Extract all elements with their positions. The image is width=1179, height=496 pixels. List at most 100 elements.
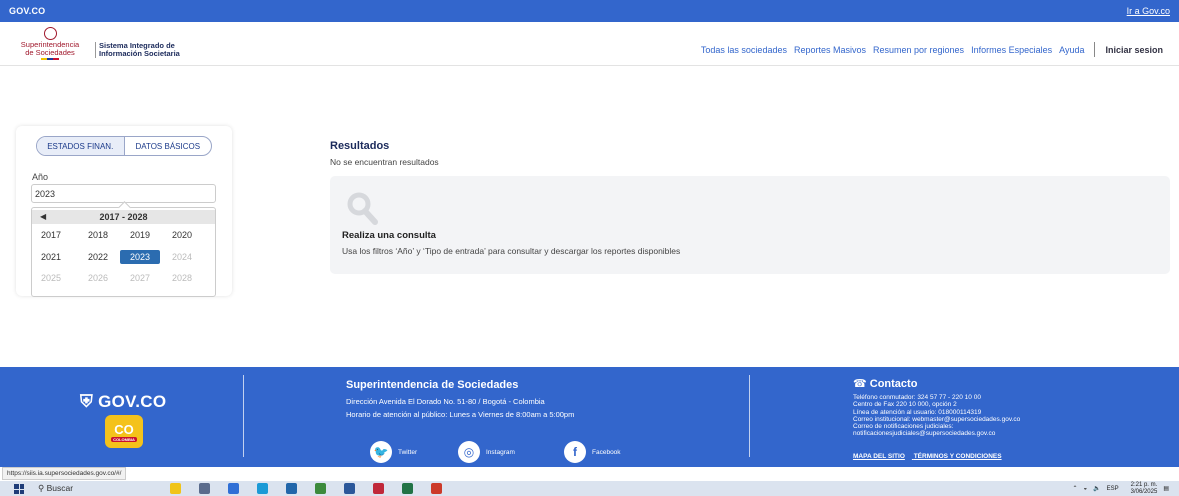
app-icon[interactable] <box>431 483 442 494</box>
year-option-disabled: 2025 <box>40 273 62 283</box>
govco-logo: GOV.CO <box>9 6 46 16</box>
nav-todas-sociedades[interactable]: Todas las sociedades <box>701 45 787 55</box>
prev-range-icon[interactable]: ◀ <box>40 210 46 224</box>
contact-line: Teléfono conmutador: 324 57 77 - 220 10 … <box>853 394 981 401</box>
co-badge-sub: COLOMBIA <box>111 436 137 442</box>
empty-state-description: Usa los filtros ‘Año’ y ‘Tipo de entrada… <box>342 246 681 256</box>
taskbar-search-label: Buscar <box>46 483 74 493</box>
search-icon <box>347 192 378 225</box>
year-option-selected[interactable]: 2023 <box>120 250 160 264</box>
footer-divider <box>243 375 244 457</box>
year-option-disabled: 2028 <box>171 273 193 283</box>
site-footer: ⛨ GOV.CO CO COLOMBIA Superintendencia de… <box>0 367 1179 467</box>
colombia-brand-logo: CO COLOMBIA <box>105 415 143 448</box>
app-icon[interactable] <box>373 483 384 494</box>
year-option[interactable]: 2021 <box>36 250 66 264</box>
word-icon[interactable] <box>344 483 355 494</box>
ir-a-govco-link[interactable]: Ir a Gov.co <box>1127 6 1170 16</box>
govco-top-bar: GOV.CO Ir a Gov.co <box>0 0 1179 22</box>
widgets-icon[interactable] <box>170 483 181 494</box>
footer-divider <box>749 375 750 457</box>
volume-icon[interactable]: 🔈 <box>1093 485 1100 492</box>
year-label: Año <box>32 172 49 182</box>
footer-hours: Horario de atención al público: Lunes a … <box>346 410 575 419</box>
year-option-disabled: 2026 <box>87 273 109 283</box>
contact-title-text: Contacto <box>869 378 918 390</box>
system-name-line-2: Información Societaria <box>99 49 180 58</box>
contact-title: ☎ Contacto <box>853 377 917 390</box>
excel-icon[interactable] <box>402 483 413 494</box>
year-option-disabled: 2024 <box>171 252 193 262</box>
picker-range: 2017 - 2028 <box>32 210 215 224</box>
instagram-link[interactable]: ◎ Instagram <box>458 441 515 463</box>
nav-reportes-masivos[interactable]: Reportes Masivos <box>794 45 866 55</box>
tab-datos-basicos[interactable]: DATOS BÁSICOS <box>125 137 212 155</box>
co-badge-text: CO <box>114 421 134 437</box>
coat-of-arms-icon <box>43 27 57 40</box>
terms-link[interactable]: TÉRMINOS Y CONDICIONES <box>914 453 1002 460</box>
entry-type-tabs: ESTADOS FINAN. DATOS BÁSICOS <box>36 136 212 156</box>
flag-stripe <box>41 58 59 60</box>
file-explorer-icon[interactable] <box>228 483 239 494</box>
contact-line[interactable]: Correo institucional: webmaster@supersoc… <box>853 416 1020 423</box>
year-option[interactable]: 2022 <box>83 250 113 264</box>
nav-divider <box>1094 42 1096 57</box>
facebook-icon: f <box>564 441 586 463</box>
site-header: Superintendencia de Sociedades Sistema I… <box>0 22 1179 66</box>
twitter-label: Twitter <box>398 448 418 456</box>
browser-status-url: https://siis.ia.supersociedades.gov.co/#… <box>2 467 127 480</box>
main-nav: Todas las sociedades Reportes Masivos Re… <box>694 42 1163 57</box>
sitemap-link[interactable]: MAPA DEL SITIO <box>853 453 905 460</box>
govco-shield-icon: ⛨ <box>80 392 94 411</box>
year-option-disabled: 2027 <box>129 273 151 283</box>
instagram-icon: ◎ <box>458 441 480 463</box>
logo-line-2: de Sociedades <box>25 48 75 57</box>
empty-state-title: Realiza una consulta <box>342 230 436 241</box>
facebook-label: Facebook <box>592 448 621 456</box>
year-option[interactable]: 2019 <box>125 228 155 242</box>
tab-estados-financieros[interactable]: ESTADOS FINAN. <box>37 137 125 155</box>
contact-line[interactable]: notificacionesjudiciales@supersociedades… <box>853 430 1020 437</box>
contact-line: Centro de Fax 220 10 000, opción 2 <box>853 401 957 409</box>
instagram-label: Instagram <box>486 448 515 456</box>
store-icon[interactable] <box>286 483 297 494</box>
twitter-link[interactable]: 🐦 Twitter <box>370 441 417 463</box>
footer-org-name: Superintendencia de Sociedades <box>346 379 519 391</box>
footer-govco-text: GOV.CO <box>98 392 167 411</box>
windows-taskbar: ⚲ Buscar ⌃ ◒ 🔈 ESP 2:21 p. m. 3/06/2025 … <box>0 481 1179 496</box>
task-view-icon[interactable] <box>199 483 210 494</box>
taskbar-search[interactable]: ⚲ Buscar <box>38 483 73 494</box>
tray-chevron-icon[interactable]: ⌃ <box>1072 485 1077 492</box>
contact-line: Línea de atención al usuario: 0180001143… <box>853 408 982 416</box>
footer-links: MAPA DEL SITIO TÉRMINOS Y CONDICIONES <box>853 453 1009 460</box>
edge-icon[interactable] <box>257 483 268 494</box>
network-icon[interactable]: ◒ <box>1084 486 1088 492</box>
results-subtitle: No se encuentran resultados <box>330 157 439 167</box>
notifications-icon[interactable]: ▤ <box>1163 485 1169 492</box>
supersociedades-logo[interactable]: Superintendencia de Sociedades <box>8 27 92 62</box>
contact-details: Teléfono conmutador: 324 57 77 - 220 10 … <box>853 394 1020 438</box>
year-picker: 2017 - 2028 ◀ 2017 2018 2019 2020 2021 2… <box>31 207 216 297</box>
app-icon[interactable] <box>315 483 326 494</box>
twitter-icon: 🐦 <box>370 441 392 463</box>
results-title: Resultados <box>330 140 390 152</box>
system-name: Sistema Integrado de Información Societa… <box>95 42 180 58</box>
login-button[interactable]: Iniciar sesion <box>1105 45 1163 55</box>
nav-ayuda[interactable]: Ayuda <box>1059 45 1084 55</box>
windows-start-icon[interactable] <box>14 484 24 494</box>
nav-informes-especiales[interactable]: Informes Especiales <box>971 45 1052 55</box>
empty-state-card: Realiza una consulta Usa los filtros ‘Añ… <box>330 176 1170 274</box>
clock-time: 2:21 p. m. <box>1130 482 1158 488</box>
year-option[interactable]: 2020 <box>167 228 197 242</box>
year-option[interactable]: 2018 <box>83 228 113 242</box>
footer-govco-logo[interactable]: ⛨ GOV.CO <box>80 392 166 412</box>
taskbar-apps <box>170 483 460 494</box>
contact-line: Correo de notificaciones judiciales: <box>853 423 954 431</box>
search-icon: ⚲ <box>38 483 45 493</box>
system-tray: ⌃ ◒ 🔈 ESP 2:21 p. m. 3/06/2025 ▤ <box>1066 482 1169 495</box>
language-indicator[interactable]: ESP <box>1107 486 1119 492</box>
clock[interactable]: 2:21 p. m. 3/06/2025 <box>1125 482 1158 495</box>
year-option[interactable]: 2017 <box>36 228 66 242</box>
facebook-link[interactable]: f Facebook <box>564 441 621 463</box>
nav-resumen-regiones[interactable]: Resumen por regiones <box>873 45 964 55</box>
